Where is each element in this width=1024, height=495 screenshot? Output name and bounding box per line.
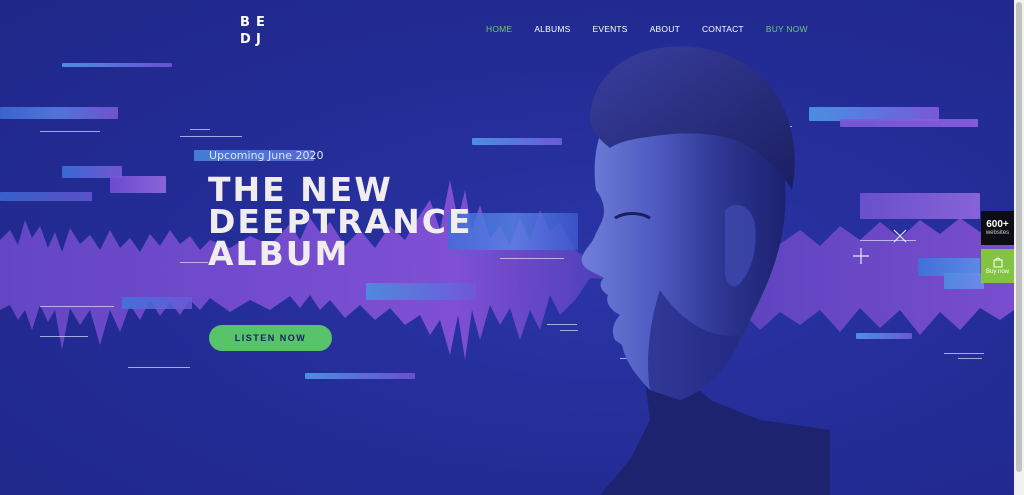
site-logo[interactable]: B E D J	[240, 15, 272, 47]
decor-line	[40, 131, 100, 132]
decor-streak	[122, 297, 192, 309]
hero-title-line: ALBUM	[208, 234, 350, 273]
decor-line	[180, 136, 242, 137]
shopping-bag-icon	[993, 257, 1002, 268]
hero-kicker: Upcoming June 2020	[209, 149, 324, 162]
decor-line	[860, 240, 916, 241]
nav-events[interactable]: EVENTS	[592, 24, 627, 34]
decor-streak	[0, 192, 92, 201]
logo-letter: J	[256, 32, 261, 47]
decor-streak	[305, 373, 415, 379]
nav-albums[interactable]: ALBUMS	[534, 24, 570, 34]
page-scrollbar[interactable]	[1014, 0, 1024, 495]
decor-line	[40, 306, 114, 307]
decor-streak	[366, 283, 476, 300]
hero-title: THE NEW DEEPTRANCE ALBUM	[208, 173, 528, 273]
websites-label: websites	[985, 230, 1010, 236]
logo-letter: B	[240, 15, 250, 30]
decor-line	[40, 336, 88, 337]
scrollbar-thumb[interactable]	[1016, 2, 1022, 472]
decor-line	[180, 262, 208, 263]
plus-icon	[853, 248, 869, 264]
decor-streak	[840, 119, 978, 127]
decor-line	[958, 358, 982, 359]
main-nav: HOME ALBUMS EVENTS ABOUT CONTACT BUY NOW	[486, 24, 808, 34]
decor-streak	[110, 176, 166, 193]
decor-line	[128, 367, 190, 368]
listen-now-button[interactable]: LISTEN NOW	[209, 325, 332, 351]
decor-streak	[860, 193, 980, 219]
dj-portrait-image	[581, 46, 830, 495]
websites-count: 600+	[986, 219, 1009, 230]
logo-letter: D	[240, 32, 251, 47]
nav-contact[interactable]: CONTACT	[702, 24, 744, 34]
websites-count-widget[interactable]: 600+ websites	[981, 211, 1014, 245]
decor-streak	[856, 333, 912, 339]
nav-home[interactable]: HOME	[486, 24, 512, 34]
decor-streak	[62, 63, 172, 67]
logo-letter: E	[256, 15, 265, 30]
buy-now-widget[interactable]: Buy now	[981, 249, 1014, 283]
decor-line	[944, 353, 984, 354]
decor-streak	[0, 107, 118, 119]
nav-about[interactable]: ABOUT	[650, 24, 680, 34]
decor-streak	[944, 273, 984, 289]
buy-now-label: Buy now	[985, 269, 1009, 275]
nav-buy-now[interactable]: BUY NOW	[766, 24, 808, 34]
close-x-icon	[893, 229, 907, 243]
hero-page: B E D J HOME ALBUMS EVENTS ABOUT CONTACT…	[0, 0, 1014, 495]
decor-line	[190, 129, 210, 130]
decor-streak	[472, 138, 562, 145]
